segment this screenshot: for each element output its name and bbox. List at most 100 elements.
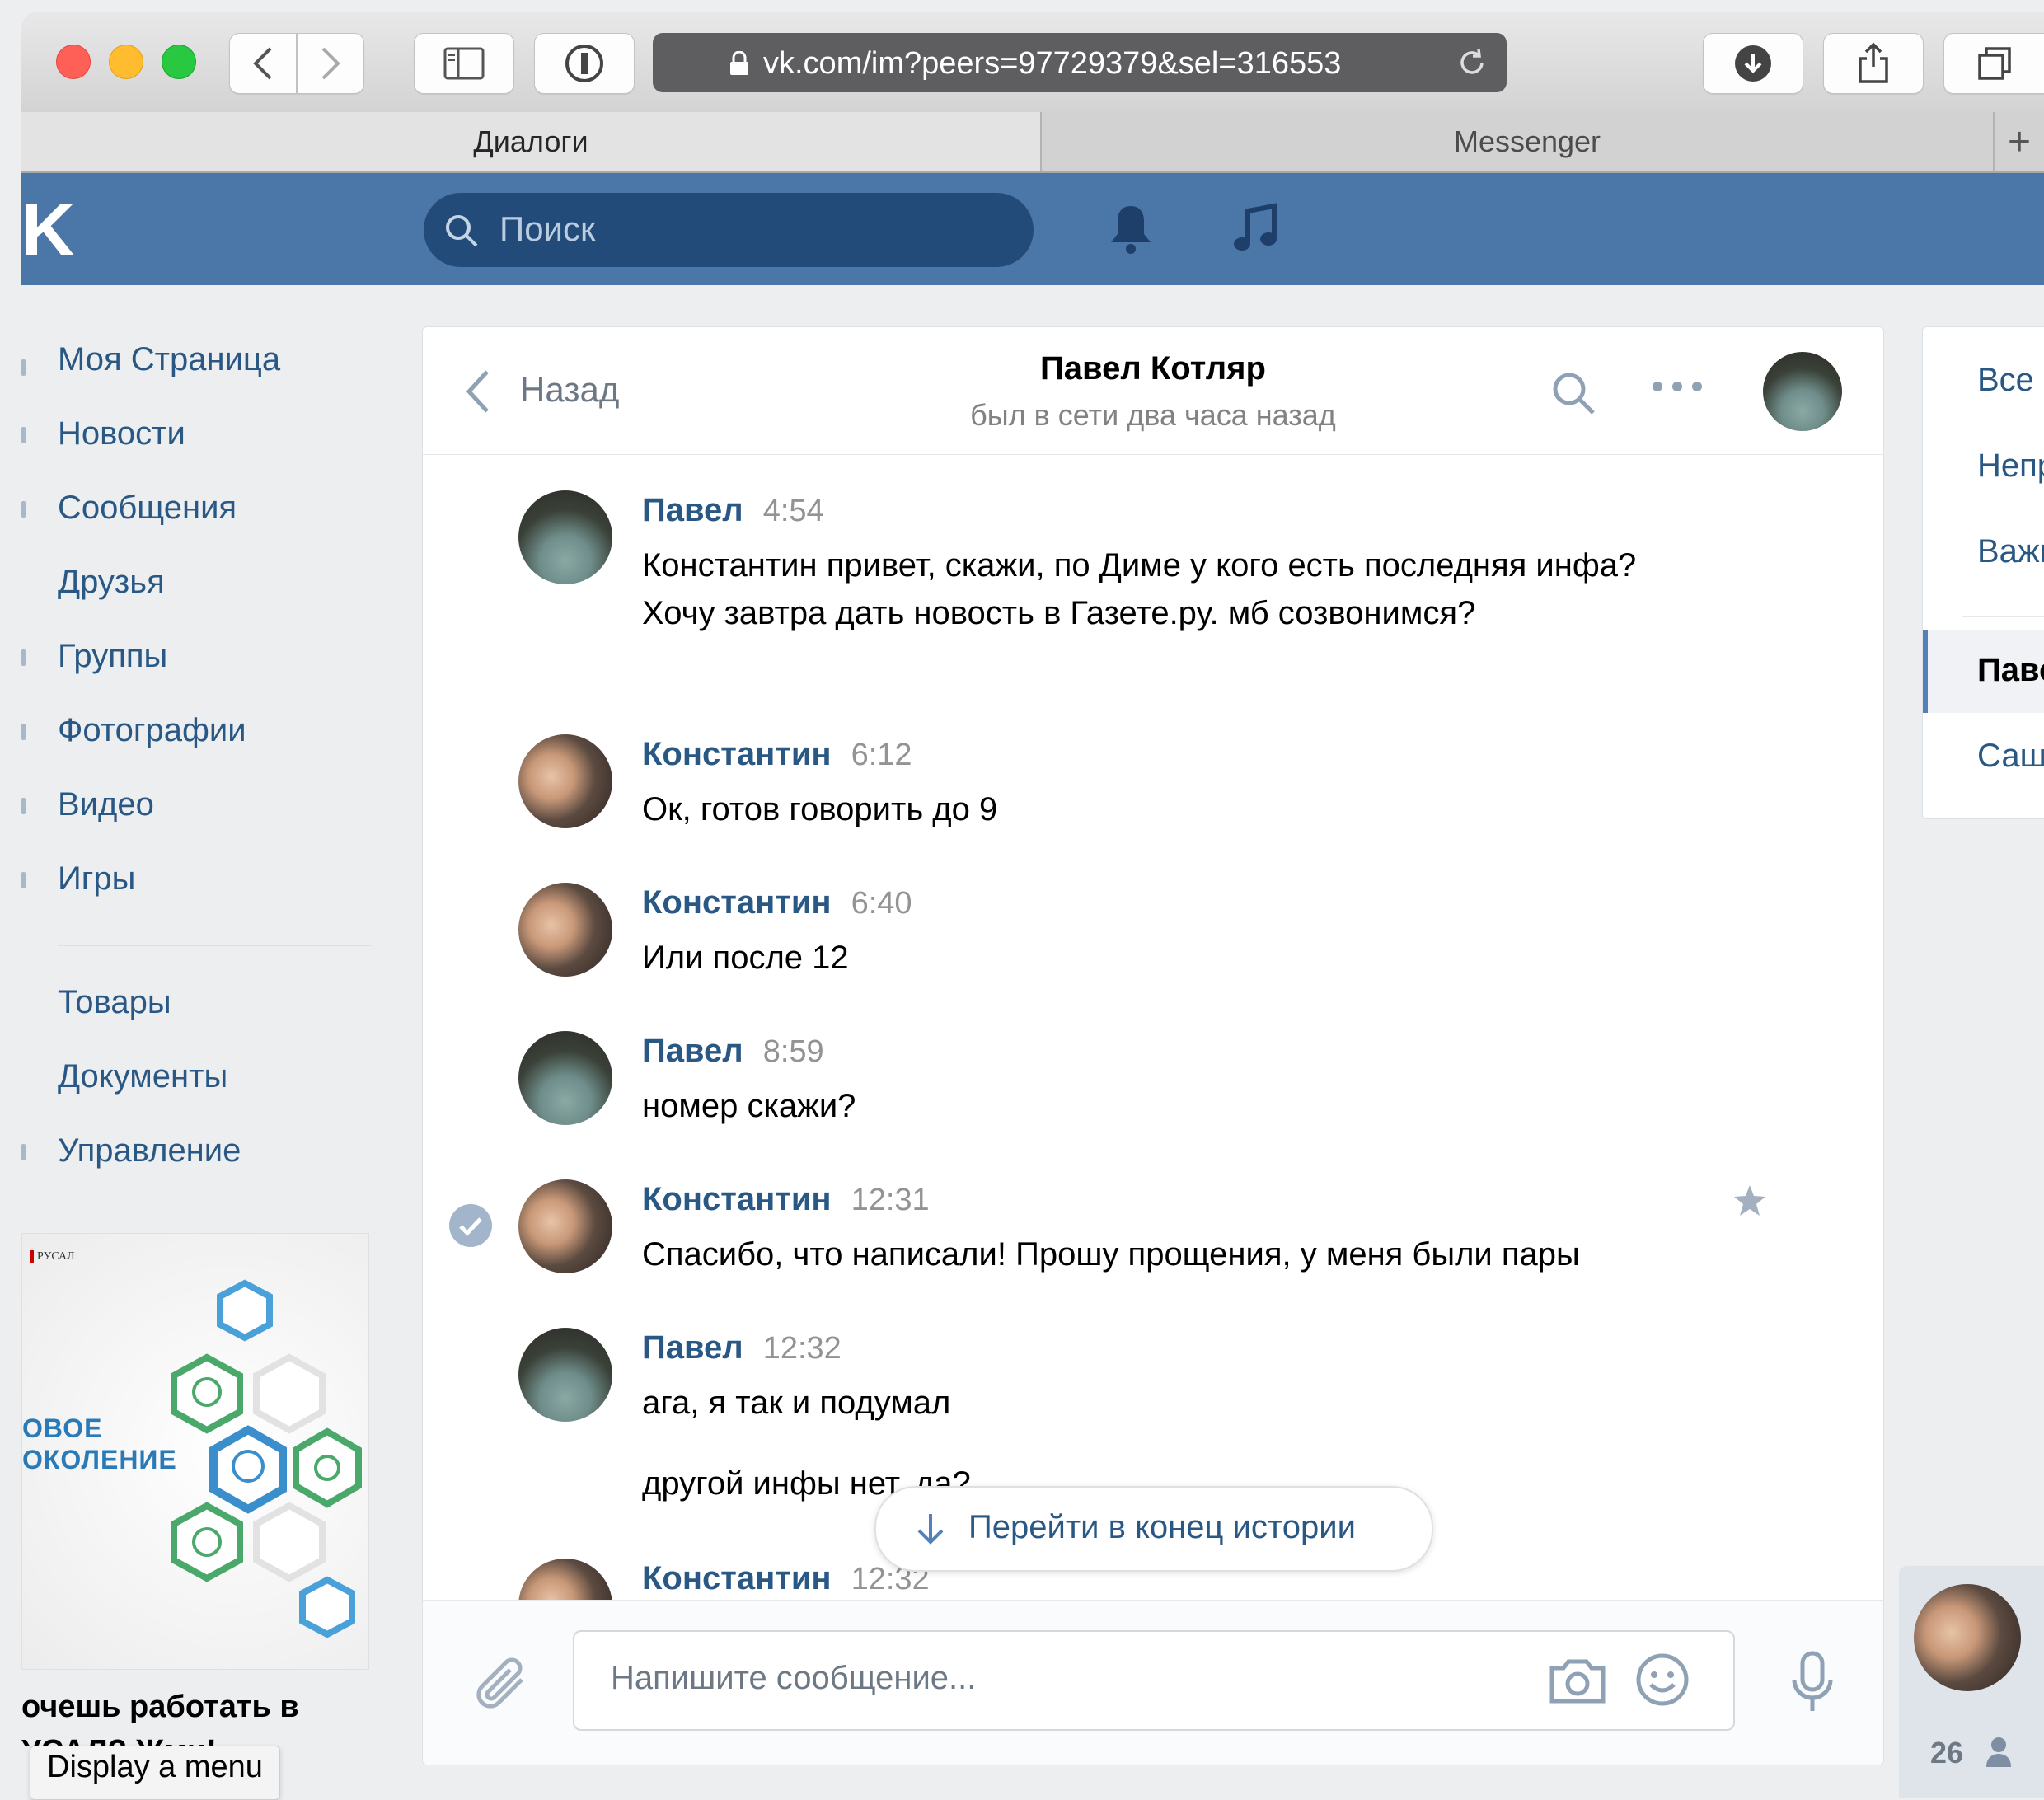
tooltip: Display a menu xyxy=(30,1746,280,1800)
ad-caption[interactable]: очешь работать в xyxy=(21,1690,299,1725)
emoji-icon[interactable] xyxy=(1634,1652,1690,1708)
sender-name[interactable]: Павел xyxy=(642,1033,743,1069)
composer: Напишите сообщение... xyxy=(423,1600,1883,1765)
avatar[interactable] xyxy=(518,734,612,828)
message-time[interactable]: 4:54 xyxy=(763,494,824,528)
minimize-window-button[interactable] xyxy=(109,45,143,79)
message-text: ага, я так и подумал xyxy=(642,1385,951,1421)
person-icon xyxy=(1986,1737,2011,1767)
checkmark-icon xyxy=(459,1217,482,1236)
chat-header: Назад Павел Котляр был в сети два часа н… xyxy=(423,327,1883,455)
more-icon[interactable] xyxy=(1651,380,1704,393)
nav-bullet xyxy=(21,649,26,666)
ad-logo: РУСАЛ xyxy=(30,1250,75,1263)
nav-item-groups[interactable]: Группы xyxy=(58,638,167,675)
search-input[interactable]: Поиск xyxy=(424,193,1034,267)
nav-item-news[interactable]: Новости xyxy=(58,415,185,452)
reader-button[interactable] xyxy=(534,33,635,94)
nav-bullet xyxy=(21,359,26,376)
tab-overview-button[interactable] xyxy=(1943,33,2044,94)
nav-bullet xyxy=(21,1144,26,1160)
jump-to-end-button[interactable]: Перейти в конец истории xyxy=(874,1486,1433,1572)
ad-headline-line2: ОКОЛЕНИЕ xyxy=(22,1445,177,1474)
sender-name[interactable]: Константин xyxy=(642,884,832,921)
sender-name[interactable]: Константин xyxy=(642,1560,832,1596)
ad-headline-line1: ОВОЕ xyxy=(22,1413,103,1443)
conversation-pavel[interactable]: Павел Котляр xyxy=(1977,652,2044,689)
message-text: Спасибо, что написали! Прошу прощения, у… xyxy=(642,1236,1580,1273)
nav-bullet xyxy=(21,427,26,443)
message-time[interactable]: 6:40 xyxy=(851,886,912,921)
message-placeholder: Напишите сообщение... xyxy=(611,1660,977,1696)
vk-logo[interactable]: K xyxy=(21,194,75,268)
share-button[interactable] xyxy=(1823,33,1924,94)
filter-unread[interactable]: Непрочитанные xyxy=(1977,448,2044,485)
search-icon[interactable] xyxy=(1550,370,1596,416)
sidebar-toggle-button[interactable] xyxy=(414,33,514,94)
check-icon[interactable] xyxy=(449,1204,492,1247)
nav-item-documents[interactable]: Документы xyxy=(58,1058,227,1095)
menu-divider xyxy=(1962,616,2044,617)
dialog-filter-menu: Все Непрочитанные Важные Павел Котляр Са… xyxy=(1922,326,2044,819)
browser-toolbar: vk.com/im?peers=97729379&sel=316553 xyxy=(21,12,2044,113)
sender-name[interactable]: Павел xyxy=(642,492,743,528)
sender-name[interactable]: Константин xyxy=(642,736,832,772)
message-time[interactable]: 8:59 xyxy=(763,1034,824,1069)
message-time[interactable]: 6:12 xyxy=(851,738,912,772)
browser-forward-button[interactable] xyxy=(297,33,364,94)
attach-icon[interactable] xyxy=(474,1655,532,1718)
nav-item-games[interactable]: Игры xyxy=(58,860,135,898)
ad-caption-line2[interactable]: УСАЛ? Жми! xyxy=(21,1734,217,1746)
nav-item-video[interactable]: Видео xyxy=(58,786,154,823)
sidebar-icon xyxy=(443,47,485,80)
chat-panel: Назад Павел Котляр был в сети два часа н… xyxy=(422,326,1884,1765)
bell-icon[interactable] xyxy=(1108,203,1154,255)
camera-icon[interactable] xyxy=(1547,1657,1608,1706)
microphone-icon[interactable] xyxy=(1788,1650,1837,1716)
avatar[interactable] xyxy=(518,1179,612,1273)
message-input[interactable]: Напишите сообщение... xyxy=(573,1630,1735,1731)
peer-avatar[interactable] xyxy=(1763,352,1842,431)
vk-header: K Поиск xyxy=(21,173,2044,285)
nav-item-messages[interactable]: Сообщения xyxy=(58,490,237,527)
search-placeholder: Поиск xyxy=(499,209,596,248)
filter-all[interactable]: Все xyxy=(1977,362,2034,399)
star-icon[interactable] xyxy=(1732,1183,1768,1219)
music-icon[interactable] xyxy=(1233,203,1279,255)
sender-name[interactable]: Константин xyxy=(642,1181,832,1217)
reload-icon[interactable] xyxy=(1456,46,1488,79)
tab-messenger[interactable]: Messenger xyxy=(1042,112,2013,171)
filter-important[interactable]: Важные xyxy=(1977,533,2044,570)
avatar[interactable] xyxy=(518,1328,612,1422)
message-time[interactable]: 12:32 xyxy=(763,1331,842,1366)
sender-name[interactable]: Павел xyxy=(642,1329,743,1366)
address-bar[interactable]: vk.com/im?peers=97729379&sel=316553 xyxy=(653,33,1507,92)
ad-banner[interactable]: РУСАЛ ОВОЕ ОКОЛЕНИЕ xyxy=(21,1233,369,1670)
tab-dialogs[interactable]: Диалоги xyxy=(21,112,1042,171)
nav-bullet xyxy=(21,724,26,740)
nav-item-photos[interactable]: Фотографии xyxy=(58,712,246,749)
conversation-sasha[interactable]: Саша xyxy=(1977,738,2044,775)
avatar[interactable] xyxy=(1914,1584,2021,1691)
close-window-button[interactable] xyxy=(56,45,91,79)
chevron-right-icon xyxy=(321,47,340,80)
downloads-button[interactable] xyxy=(1703,33,1803,94)
avatar[interactable] xyxy=(518,490,612,584)
browser-tab-bar: Диалоги Messenger + xyxy=(21,112,2044,173)
chevron-left-icon xyxy=(253,47,272,80)
nav-item-friends[interactable]: Друзья xyxy=(58,564,165,601)
tabs-icon xyxy=(1978,47,2011,80)
message-text: Ок, готов говорить до 9 xyxy=(642,791,998,827)
avatar[interactable] xyxy=(518,1031,612,1125)
avatar[interactable] xyxy=(518,883,612,977)
nav-item-goods[interactable]: Товары xyxy=(58,984,171,1021)
zoom-window-button[interactable] xyxy=(162,45,196,79)
browser-back-button[interactable] xyxy=(229,33,297,94)
reader-icon xyxy=(565,45,603,82)
nav-item-management[interactable]: Управление xyxy=(58,1132,241,1170)
nav-item-my-page[interactable]: Моя Страница xyxy=(58,341,280,378)
mini-chat-widget[interactable]: 26 xyxy=(1899,1566,2044,1798)
message-time[interactable]: 12:31 xyxy=(851,1183,930,1217)
nav-bullet xyxy=(21,798,26,814)
new-tab-button[interactable]: + xyxy=(1993,112,2044,171)
